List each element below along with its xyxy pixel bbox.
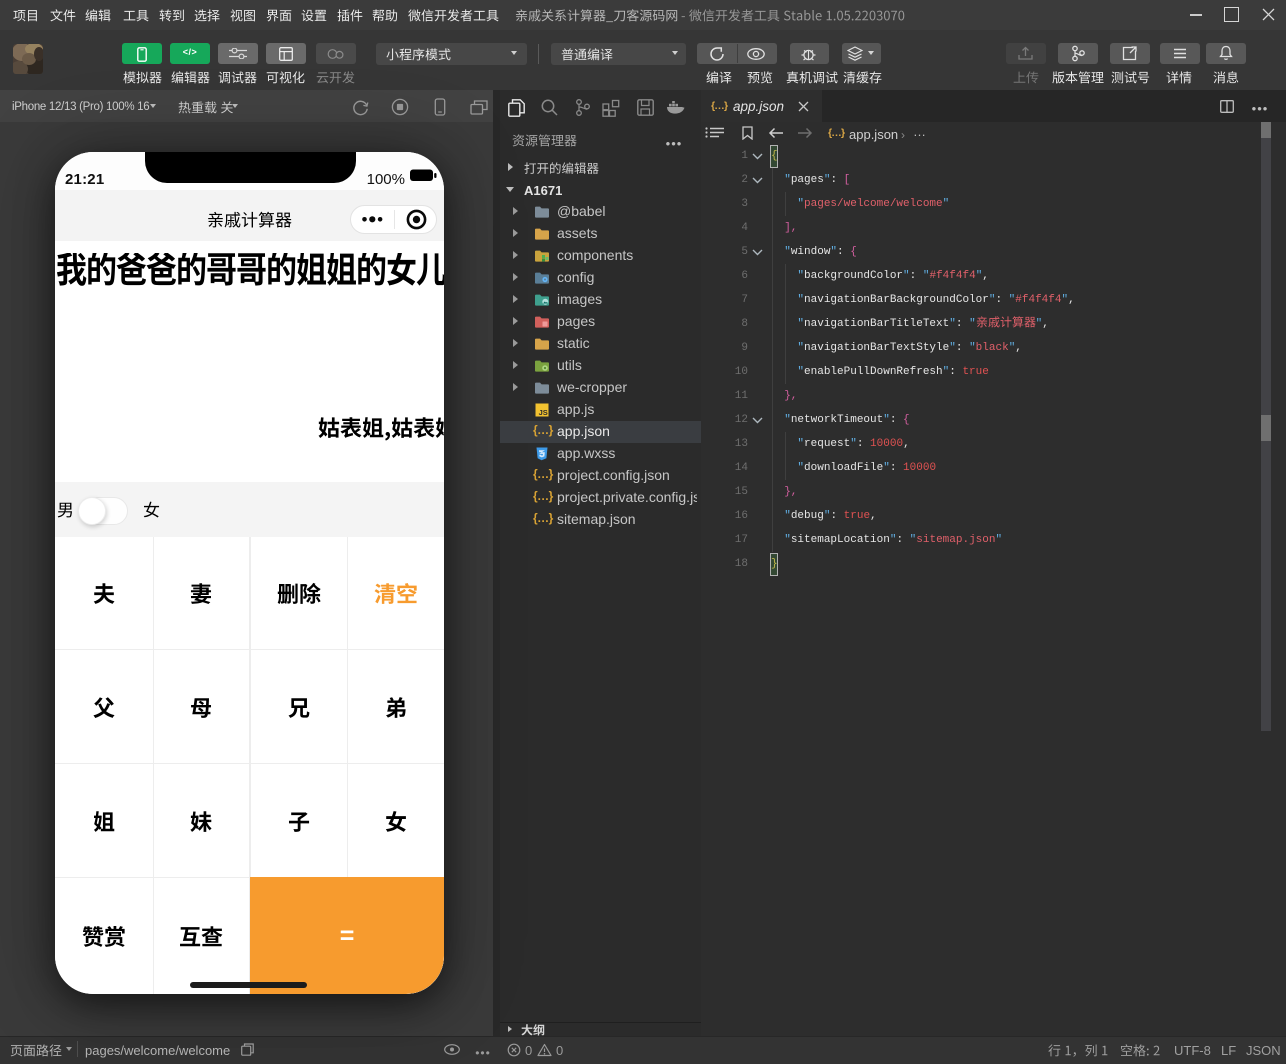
- svg-text:JS: JS: [539, 408, 548, 417]
